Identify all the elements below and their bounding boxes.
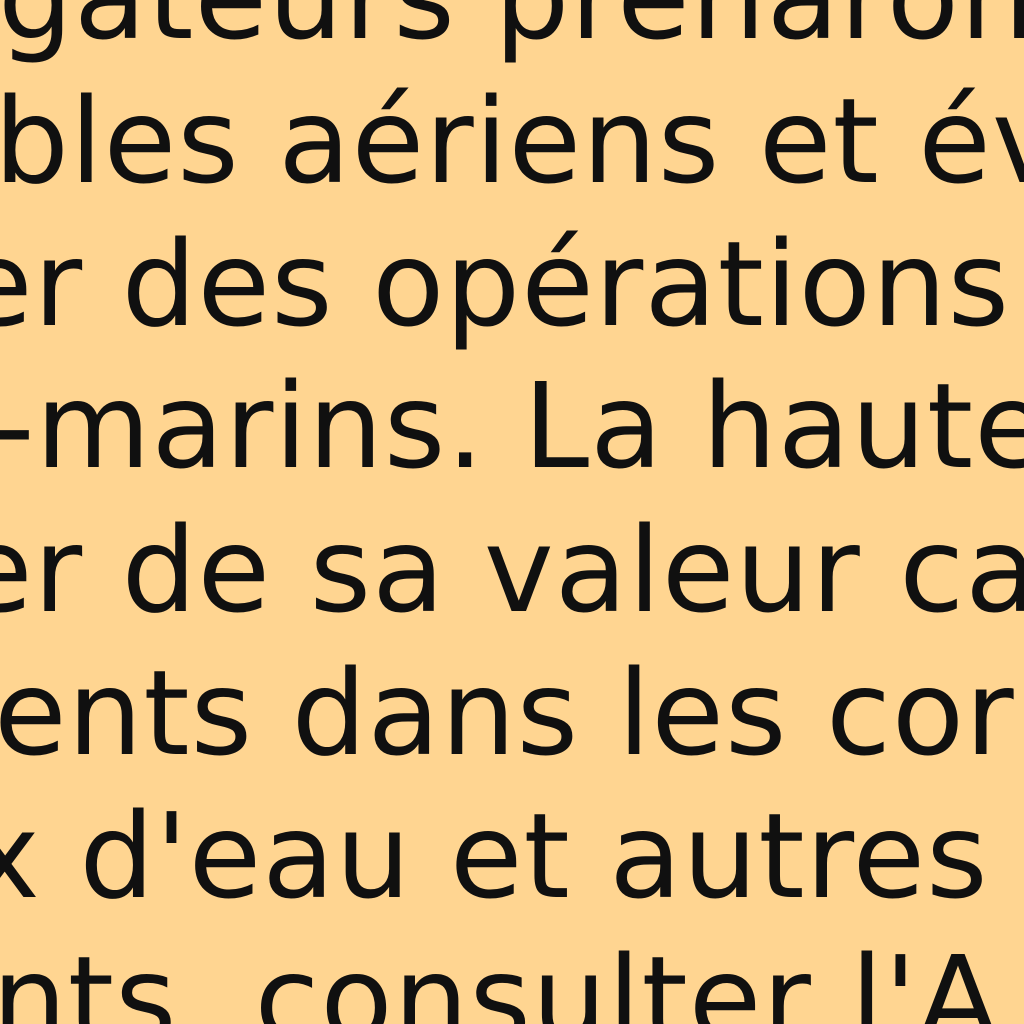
text-line-6: ents dans les cor (0, 644, 1015, 782)
text-line-8: nts, consulter l'A (0, 930, 1000, 1024)
text-line-7: x d'eau et autres fa (0, 787, 1024, 925)
document-page: gateurs prenaron bles aériens et év er d… (0, 0, 1024, 1024)
text-block: gateurs prenaron bles aériens et év er d… (0, 0, 1024, 1024)
text-line-2: bles aériens et év (0, 72, 1024, 210)
text-line-3: er des opérations d (0, 215, 1024, 353)
text-line-5: er de sa valeur ca (0, 501, 1024, 639)
text-line-1: gateurs prenaron (0, 0, 1024, 56)
text-line-4: -marins. La haute (0, 357, 1024, 495)
